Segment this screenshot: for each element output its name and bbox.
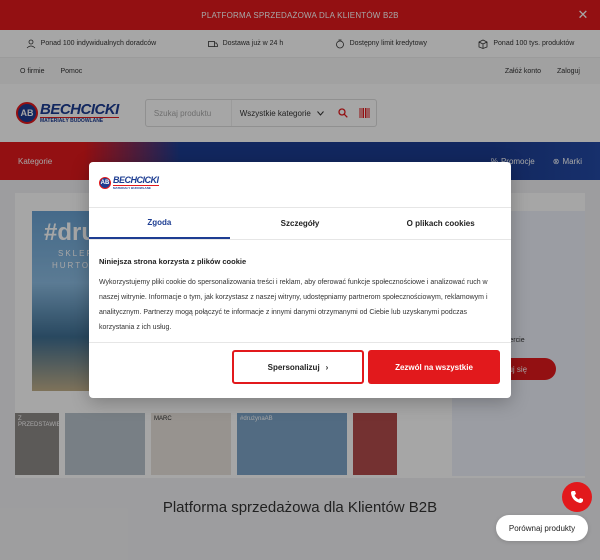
allow-all-button[interactable]: Zezwól na wszystkie bbox=[368, 350, 500, 384]
phone-icon bbox=[571, 491, 583, 503]
tab-consent[interactable]: Zgoda bbox=[89, 208, 230, 239]
phone-button[interactable] bbox=[562, 482, 592, 512]
logo-mark: AB bbox=[99, 177, 111, 189]
personalize-label: Spersonalizuj bbox=[267, 362, 320, 372]
logo-text: BECHCICKI bbox=[113, 175, 159, 185]
personalize-button[interactable]: Spersonalizuj › bbox=[232, 350, 364, 384]
dialog-body: Niniejsza strona korzysta z plików cooki… bbox=[99, 254, 499, 335]
divider bbox=[89, 342, 511, 343]
dialog-heading: Niniejsza strona korzysta z plików cooki… bbox=[99, 257, 247, 266]
logo-subtext: MATERIAŁY BUDOWLANE bbox=[113, 185, 159, 190]
chevron-right-icon: › bbox=[325, 362, 329, 372]
compare-products-button[interactable]: Porównaj produkty bbox=[496, 515, 588, 541]
dialog-text: Wykorzystujemy pliki cookie do spersonal… bbox=[99, 279, 488, 331]
cookie-dialog: AB BECHCICKI MATERIAŁY BUDOWLANE Zgoda S… bbox=[89, 162, 511, 398]
dialog-tabs: Zgoda Szczegóły O plikach cookies bbox=[89, 207, 511, 240]
tab-details[interactable]: Szczegóły bbox=[230, 208, 371, 239]
dialog-logo: AB BECHCICKI MATERIAŁY BUDOWLANE bbox=[99, 176, 159, 190]
tab-about-cookies[interactable]: O plikach cookies bbox=[370, 208, 511, 239]
